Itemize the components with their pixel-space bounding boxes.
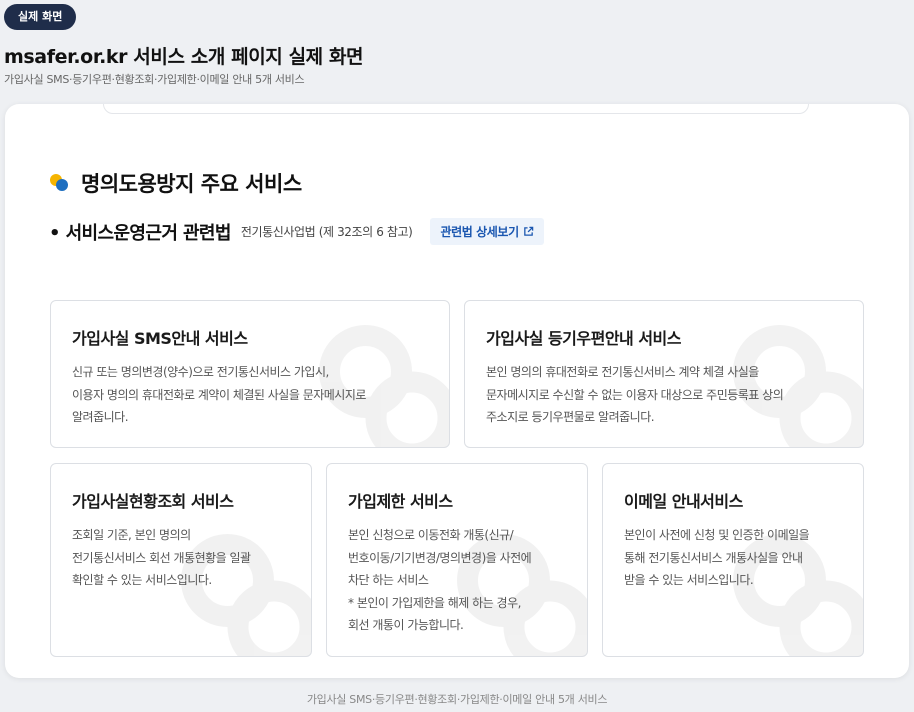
legal-basis-law: 전기통신사업법 (제 32조의 6 참고) — [240, 225, 413, 239]
legal-basis-row: • 서비스운영근거 관련법 전기통신사업법 (제 32조의 6 참고) 관련법 … — [49, 218, 544, 245]
screenshot-badge: 실제 화면 — [4, 4, 77, 30]
card-title: 가입사실현황조회 서비스 — [72, 492, 234, 511]
external-link-icon — [523, 226, 533, 236]
screenshot-frame: 명의도용방지 주요 서비스 • 서비스운영근거 관련법 전기통신사업법 (제 3… — [5, 104, 909, 678]
card-description: 본인 명의의 휴대전화로 전기통신서비스 계약 체결 사실을 문자메시지로 수신… — [486, 365, 784, 424]
service-card-registered-mail[interactable]: 가입사실 등기우편안내 서비스 본인 명의의 휴대전화로 전기통신서비스 계약 … — [464, 300, 864, 448]
page-subtitle: 가입사실 SMS·등기우편·현황조회·가입제한·이메일 안내 5개 서비스 — [4, 73, 305, 86]
card-title: 이메일 안내서비스 — [624, 492, 743, 511]
section-title: 명의도용방지 주요 서비스 — [81, 172, 302, 196]
page-title: msafer.or.kr 서비스 소개 페이지 실제 화면 — [4, 46, 364, 68]
service-card-status-lookup[interactable]: 가입사실현황조회 서비스 조회일 기준, 본인 명의의 전기통신서비스 회선 개… — [50, 463, 312, 657]
service-card-sms[interactable]: 가입사실 SMS안내 서비스 신규 또는 명의변경(양수)으로 전기통신서비스 … — [50, 300, 450, 448]
card-description: 조회일 기준, 본인 명의의 전기통신서비스 회선 개통현황을 일괄 확인할 수… — [72, 528, 251, 587]
card-description: 본인 신청으로 이동전화 개통(신규/ 번호이동/기기변경/명의변경)을 사전에… — [348, 528, 532, 632]
card-title: 가입사실 등기우편안내 서비스 — [486, 329, 682, 348]
law-detail-link[interactable]: 관련법 상세보기 — [430, 218, 544, 245]
footer-caption: 가입사실 SMS·등기우편·현황조회·가입제한·이메일 안내 5개 서비스 — [306, 693, 608, 706]
service-card-email[interactable]: 이메일 안내서비스 본인이 사전에 신청 및 인증한 이메일을 통해 전기통신서… — [602, 463, 864, 657]
top-scroll-strip — [103, 104, 809, 114]
legal-basis-label: • 서비스운영근거 관련법 — [49, 222, 231, 244]
card-title: 가입제한 서비스 — [348, 492, 453, 511]
card-description: 본인이 사전에 신청 및 인증한 이메일을 통해 전기통신서비스 개통사실을 안… — [624, 528, 810, 587]
service-card-subscription-block[interactable]: 가입제한 서비스 본인 신청으로 이동전화 개통(신규/ 번호이동/기기변경/명… — [326, 463, 588, 657]
service-logo-dots-icon — [49, 172, 71, 194]
card-title: 가입사실 SMS안내 서비스 — [72, 329, 248, 348]
law-detail-link-label: 관련법 상세보기 — [440, 225, 519, 239]
card-description: 신규 또는 명의변경(양수)으로 전기통신서비스 가입시, 이용자 명의의 휴대… — [72, 365, 366, 424]
section-header: 명의도용방지 주요 서비스 — [49, 168, 302, 198]
